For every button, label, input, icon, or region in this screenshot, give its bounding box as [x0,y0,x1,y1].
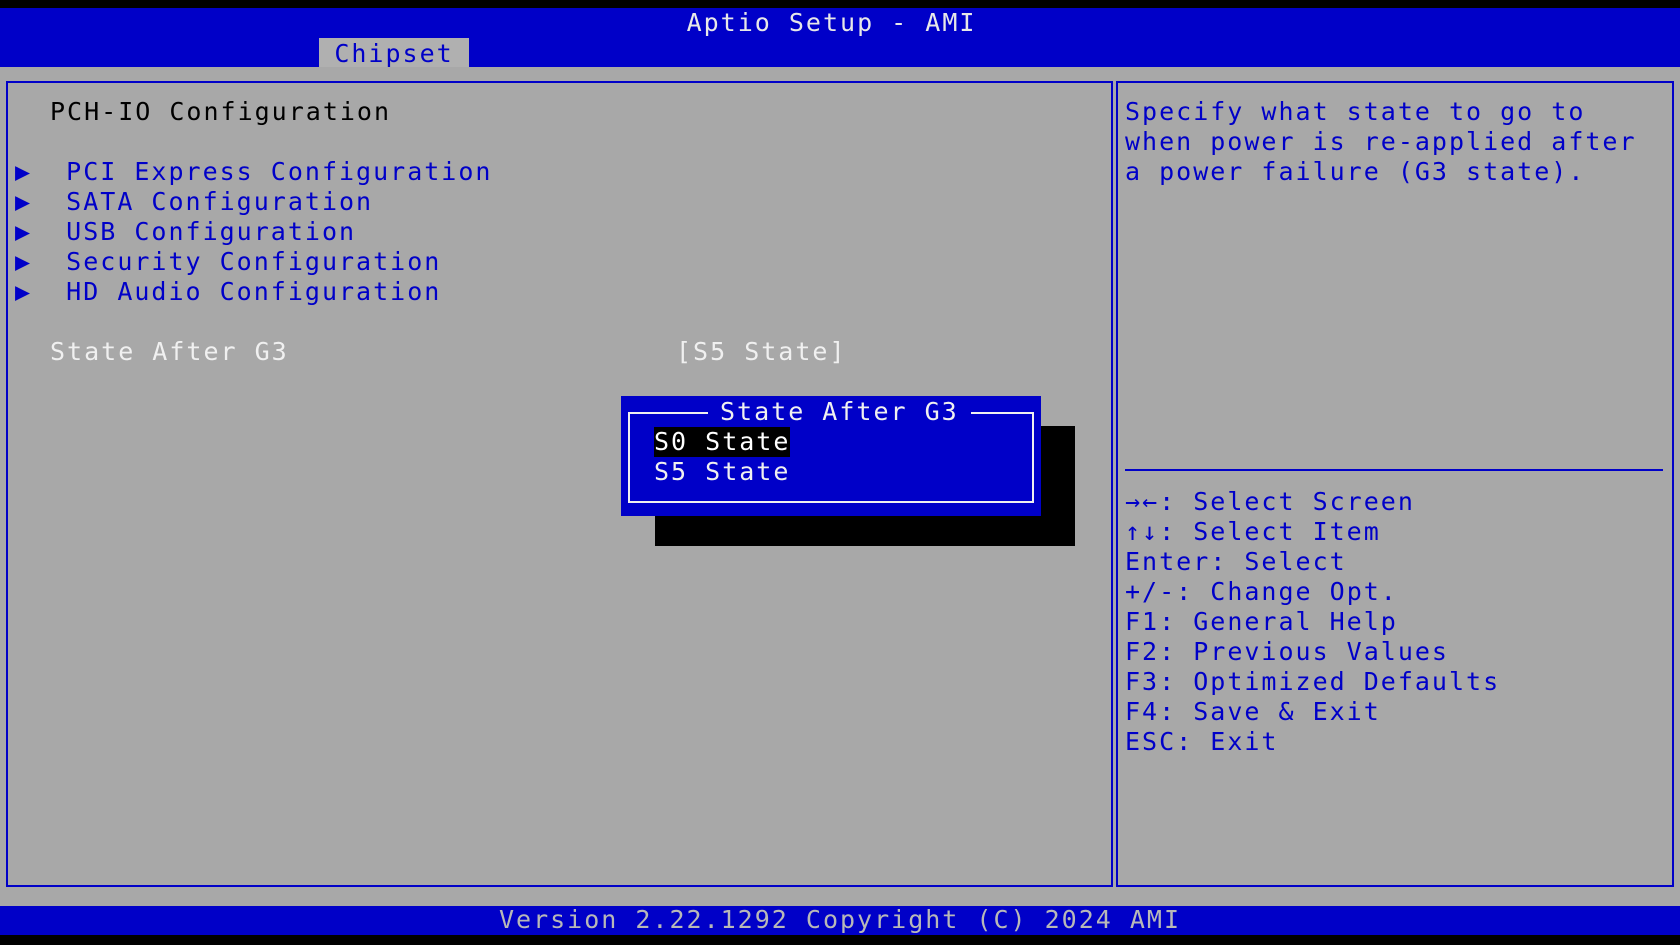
setting-value-state-after-g3[interactable]: [S5 State] [676,337,847,367]
app-title: Aptio Setup - AMI [686,8,977,37]
help-pane [1116,81,1674,887]
key-hint-f2: F2: Previous Values [1125,637,1449,666]
help-line: Specify what state to go to [1125,97,1586,126]
key-hint-f3: F3: Optimized Defaults [1125,667,1501,696]
submenu-item-security[interactable]: ▶ Security Configuration [15,247,441,277]
key-hint-f4: F4: Save & Exit [1125,697,1381,726]
submenu-label: HD Audio Configuration [66,277,442,306]
arrow-up-down-icon: ↑↓: [1125,517,1177,546]
help-divider [1125,469,1663,471]
triangle-right-icon: ▶ [15,187,33,216]
page-title: PCH-IO Configuration [50,97,392,126]
key-hint-f1: F1: General Help [1125,607,1398,636]
triangle-right-icon: ▶ [15,277,33,306]
popup-option-s5[interactable]: S5 State [654,457,790,487]
help-line: when power is re-applied after [1125,127,1637,156]
triangle-right-icon: ▶ [15,217,33,246]
popup-title: State After G3 [708,397,971,427]
popup-option-s0[interactable]: S0 State [654,427,791,457]
submenu-item-sata[interactable]: ▶ SATA Configuration [15,187,373,217]
submenu-label: USB Configuration [66,217,357,246]
key-hint-change-opt: +/-: Change Opt. [1125,577,1398,606]
submenu-item-pci-express[interactable]: ▶ PCI Express Configuration [15,157,492,187]
triangle-right-icon: ▶ [15,247,33,276]
submenu-label: Security Configuration [66,247,442,276]
triangle-right-icon: ▶ [15,157,33,186]
key-hint-esc: ESC: Exit [1125,727,1279,756]
key-hint-enter: Enter: Select [1125,547,1347,576]
version-text: Version 2.22.1292 Copyright (C) 2024 AMI [498,905,1182,934]
submenu-label: SATA Configuration [66,187,374,216]
tab-chipset[interactable]: Chipset [319,38,469,68]
key-hint-select-item: ↑↓: Select Item [1125,517,1381,546]
arrow-left-right-icon: →←: [1125,487,1177,516]
submenu-label: PCI Express Configuration [66,157,493,186]
key-hint-select-screen: →←: Select Screen [1125,487,1415,516]
submenu-item-usb[interactable]: ▶ USB Configuration [15,217,356,247]
setting-label-state-after-g3[interactable]: State After G3 [50,337,289,367]
help-line: a power failure (G3 state). [1125,157,1586,186]
submenu-item-hd-audio[interactable]: ▶ HD Audio Configuration [15,277,441,307]
